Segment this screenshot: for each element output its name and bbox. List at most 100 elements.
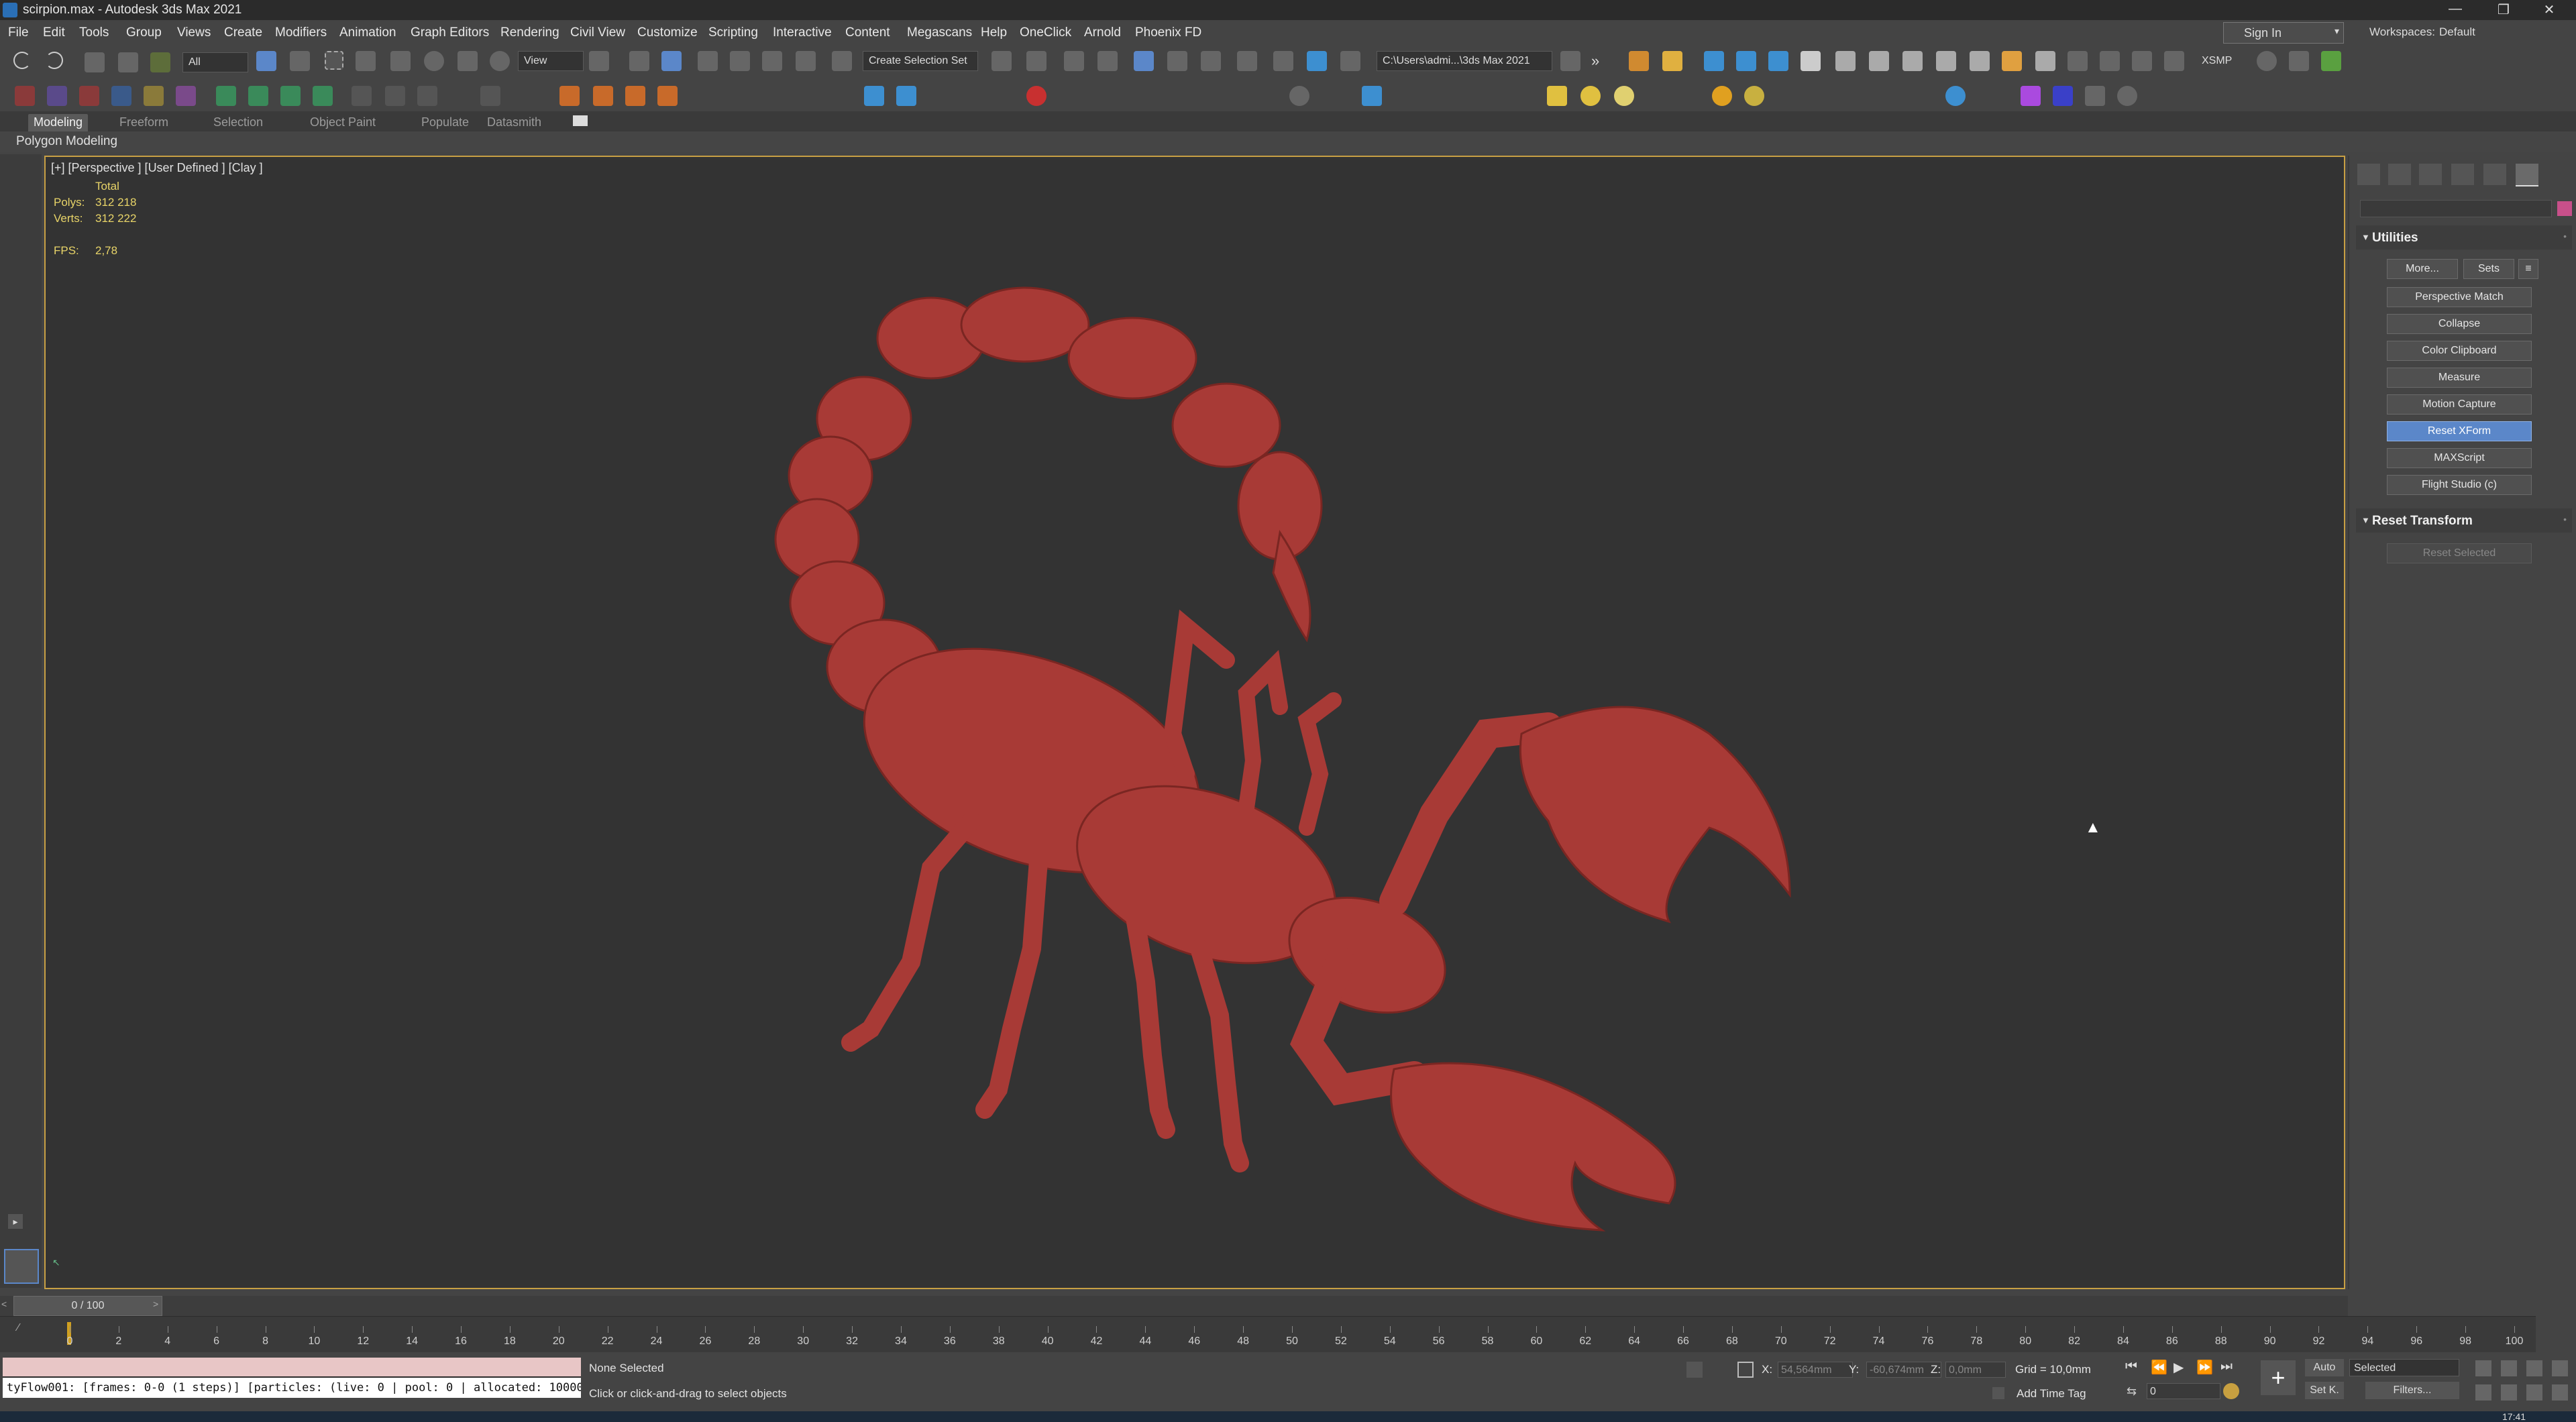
spinner-snap-icon[interactable] (796, 51, 816, 71)
polygon-modeling-label[interactable]: Polygon Modeling (16, 134, 117, 149)
maxscript-button[interactable]: MAXScript (2387, 448, 2532, 468)
key-filter-dropdown[interactable]: Selected (2349, 1359, 2459, 1376)
set-key-button[interactable]: Set K. (2305, 1382, 2344, 1399)
light-tool-3-icon[interactable] (1614, 86, 1634, 106)
snaps-toggle-icon[interactable] (698, 51, 718, 71)
move-icon[interactable] (390, 51, 411, 71)
restore-icon[interactable]: ❐ (2490, 1, 2517, 18)
shelf-tool-13-icon[interactable] (2035, 51, 2055, 71)
auto-key-button[interactable]: Auto (2305, 1359, 2344, 1376)
shelf-tool-15-icon[interactable] (2100, 51, 2120, 71)
shelf-tool-17-icon[interactable] (2164, 51, 2184, 71)
go-to-start-icon[interactable]: ⏮ (2125, 1359, 2137, 1374)
pivot-center-icon[interactable] (589, 51, 609, 71)
zoom-extents-all-icon[interactable] (2552, 1360, 2568, 1376)
tab-datasmith[interactable]: Datasmith (482, 114, 547, 133)
create-tab-icon[interactable] (2357, 164, 2380, 185)
color-swatch[interactable] (2557, 201, 2572, 216)
tool-b-icon[interactable] (47, 86, 67, 106)
collapse-button[interactable]: Collapse (2387, 314, 2532, 334)
pan-view-icon[interactable] (2501, 1384, 2517, 1401)
info-icon[interactable] (2117, 86, 2137, 106)
material-editor-icon[interactable] (1237, 51, 1257, 71)
menu-create[interactable]: Create (224, 25, 262, 40)
select-by-name-icon[interactable] (290, 51, 310, 71)
tab-object-paint[interactable]: Object Paint (305, 114, 381, 133)
menu-customize[interactable]: Customize (637, 25, 698, 40)
shelf-tool-14-icon[interactable] (2068, 51, 2088, 71)
texture-tool-icon[interactable] (2021, 86, 2041, 106)
light-tool-1-icon[interactable] (1547, 86, 1567, 106)
fire-tool-3-icon[interactable] (625, 86, 645, 106)
shelf-tool-11-icon[interactable] (1970, 51, 1990, 71)
motion-tab-icon[interactable] (2451, 164, 2474, 185)
light-tool-2-icon[interactable] (1580, 86, 1601, 106)
key-mode-icon[interactable]: ⇆ (2127, 1384, 2137, 1399)
utilities-rollout-header[interactable]: ▼ Utilities • (2356, 225, 2572, 250)
percent-snap-icon[interactable] (762, 51, 782, 71)
selection-lock-icon[interactable] (1737, 1362, 1754, 1378)
toggle-layer-explorer-icon[interactable] (1097, 51, 1118, 71)
field-of-view-icon[interactable] (2475, 1384, 2491, 1401)
sets-button[interactable]: Sets (2463, 259, 2514, 279)
xsmp-tool-1-icon[interactable] (2257, 51, 2277, 71)
sign-in-dropdown[interactable]: Sign In ▾ (2223, 22, 2344, 44)
measure-button[interactable]: Measure (2387, 368, 2532, 388)
next-key-icon[interactable]: ⏩ (2196, 1359, 2213, 1376)
vray-tool-icon[interactable] (1362, 86, 1382, 106)
previous-frame-icon[interactable]: < (1, 1299, 7, 1309)
fire-tool-4-icon[interactable] (657, 86, 678, 106)
motion-capture-button[interactable]: Motion Capture (2387, 394, 2532, 415)
perspective-viewport[interactable]: [+] [Perspective ] [User Defined ] [Clay… (44, 156, 2345, 1289)
menu-edit[interactable]: Edit (43, 25, 65, 40)
maxscript-input[interactable] (3, 1358, 581, 1376)
tool-f-icon[interactable] (176, 86, 196, 106)
select-object-icon[interactable] (256, 51, 276, 71)
previous-key-icon[interactable]: ⏪ (2151, 1359, 2167, 1376)
record-icon[interactable] (1026, 86, 1046, 106)
menu-file[interactable]: File (8, 25, 29, 40)
menu-phoenix-fd[interactable]: Phoenix FD (1135, 25, 1201, 40)
close-icon[interactable]: ✕ (2536, 1, 2563, 18)
shelf-tool-5-icon[interactable] (1768, 51, 1788, 71)
menu-graph-editors[interactable]: Graph Editors (411, 25, 489, 40)
display-tab-icon[interactable] (2483, 164, 2506, 185)
fluid-tool-2-icon[interactable] (896, 86, 916, 106)
modify-tab-icon[interactable] (2388, 164, 2411, 185)
key-filters-button[interactable]: Filters... (2365, 1382, 2459, 1399)
menu-content[interactable]: Content (845, 25, 890, 40)
shelf-tool-1-icon[interactable] (1629, 51, 1649, 71)
tab-modeling[interactable]: Modeling (28, 114, 89, 133)
reset-selected-button[interactable]: Reset Selected (2387, 543, 2532, 563)
shelf-tool-10-icon[interactable] (1936, 51, 1956, 71)
unlink-icon[interactable] (118, 52, 138, 72)
next-frame-icon[interactable]: > (153, 1299, 158, 1309)
scale-icon[interactable] (458, 51, 478, 71)
toolbar-overflow-icon[interactable]: » (1591, 52, 1599, 70)
mirror-icon[interactable] (991, 51, 1012, 71)
tab-selection[interactable]: Selection (208, 114, 268, 133)
shelf-tool-4-icon[interactable] (1736, 51, 1756, 71)
stop-icon[interactable] (417, 86, 437, 106)
xsmp-label[interactable]: XSMP (2202, 55, 2232, 67)
reference-coordinate-dropdown[interactable]: View (518, 51, 584, 71)
shelf-tool-8-icon[interactable] (1869, 51, 1889, 71)
menu-help[interactable]: Help (981, 25, 1007, 40)
go-to-end-icon[interactable]: ⏭ (2220, 1359, 2233, 1374)
menu-megascans[interactable]: Megascans (907, 25, 972, 40)
redo-icon[interactable] (46, 52, 63, 69)
toggle-scene-explorer-icon[interactable] (1064, 51, 1084, 71)
fluid-tool-1-icon[interactable] (864, 86, 884, 106)
render-setup-icon[interactable] (1273, 51, 1293, 71)
maximize-viewport-icon[interactable] (2552, 1384, 2568, 1401)
tool-c-icon[interactable] (79, 86, 99, 106)
edit-named-selection-icon[interactable] (832, 51, 852, 71)
xsmp-tool-2-icon[interactable] (2289, 51, 2309, 71)
reset-transform-rollout-header[interactable]: ▼ Reset Transform • (2356, 508, 2572, 533)
menu-civil-view[interactable]: Civil View (570, 25, 625, 40)
pause-icon[interactable] (385, 86, 405, 106)
fire-tool-2-icon[interactable] (593, 86, 613, 106)
project-folder-dropdown[interactable]: C:\Users\admi...\3ds Max 2021 (1377, 51, 1552, 71)
window-crossing-icon[interactable] (356, 51, 376, 71)
shelf-tool-6-icon[interactable] (1801, 51, 1821, 71)
